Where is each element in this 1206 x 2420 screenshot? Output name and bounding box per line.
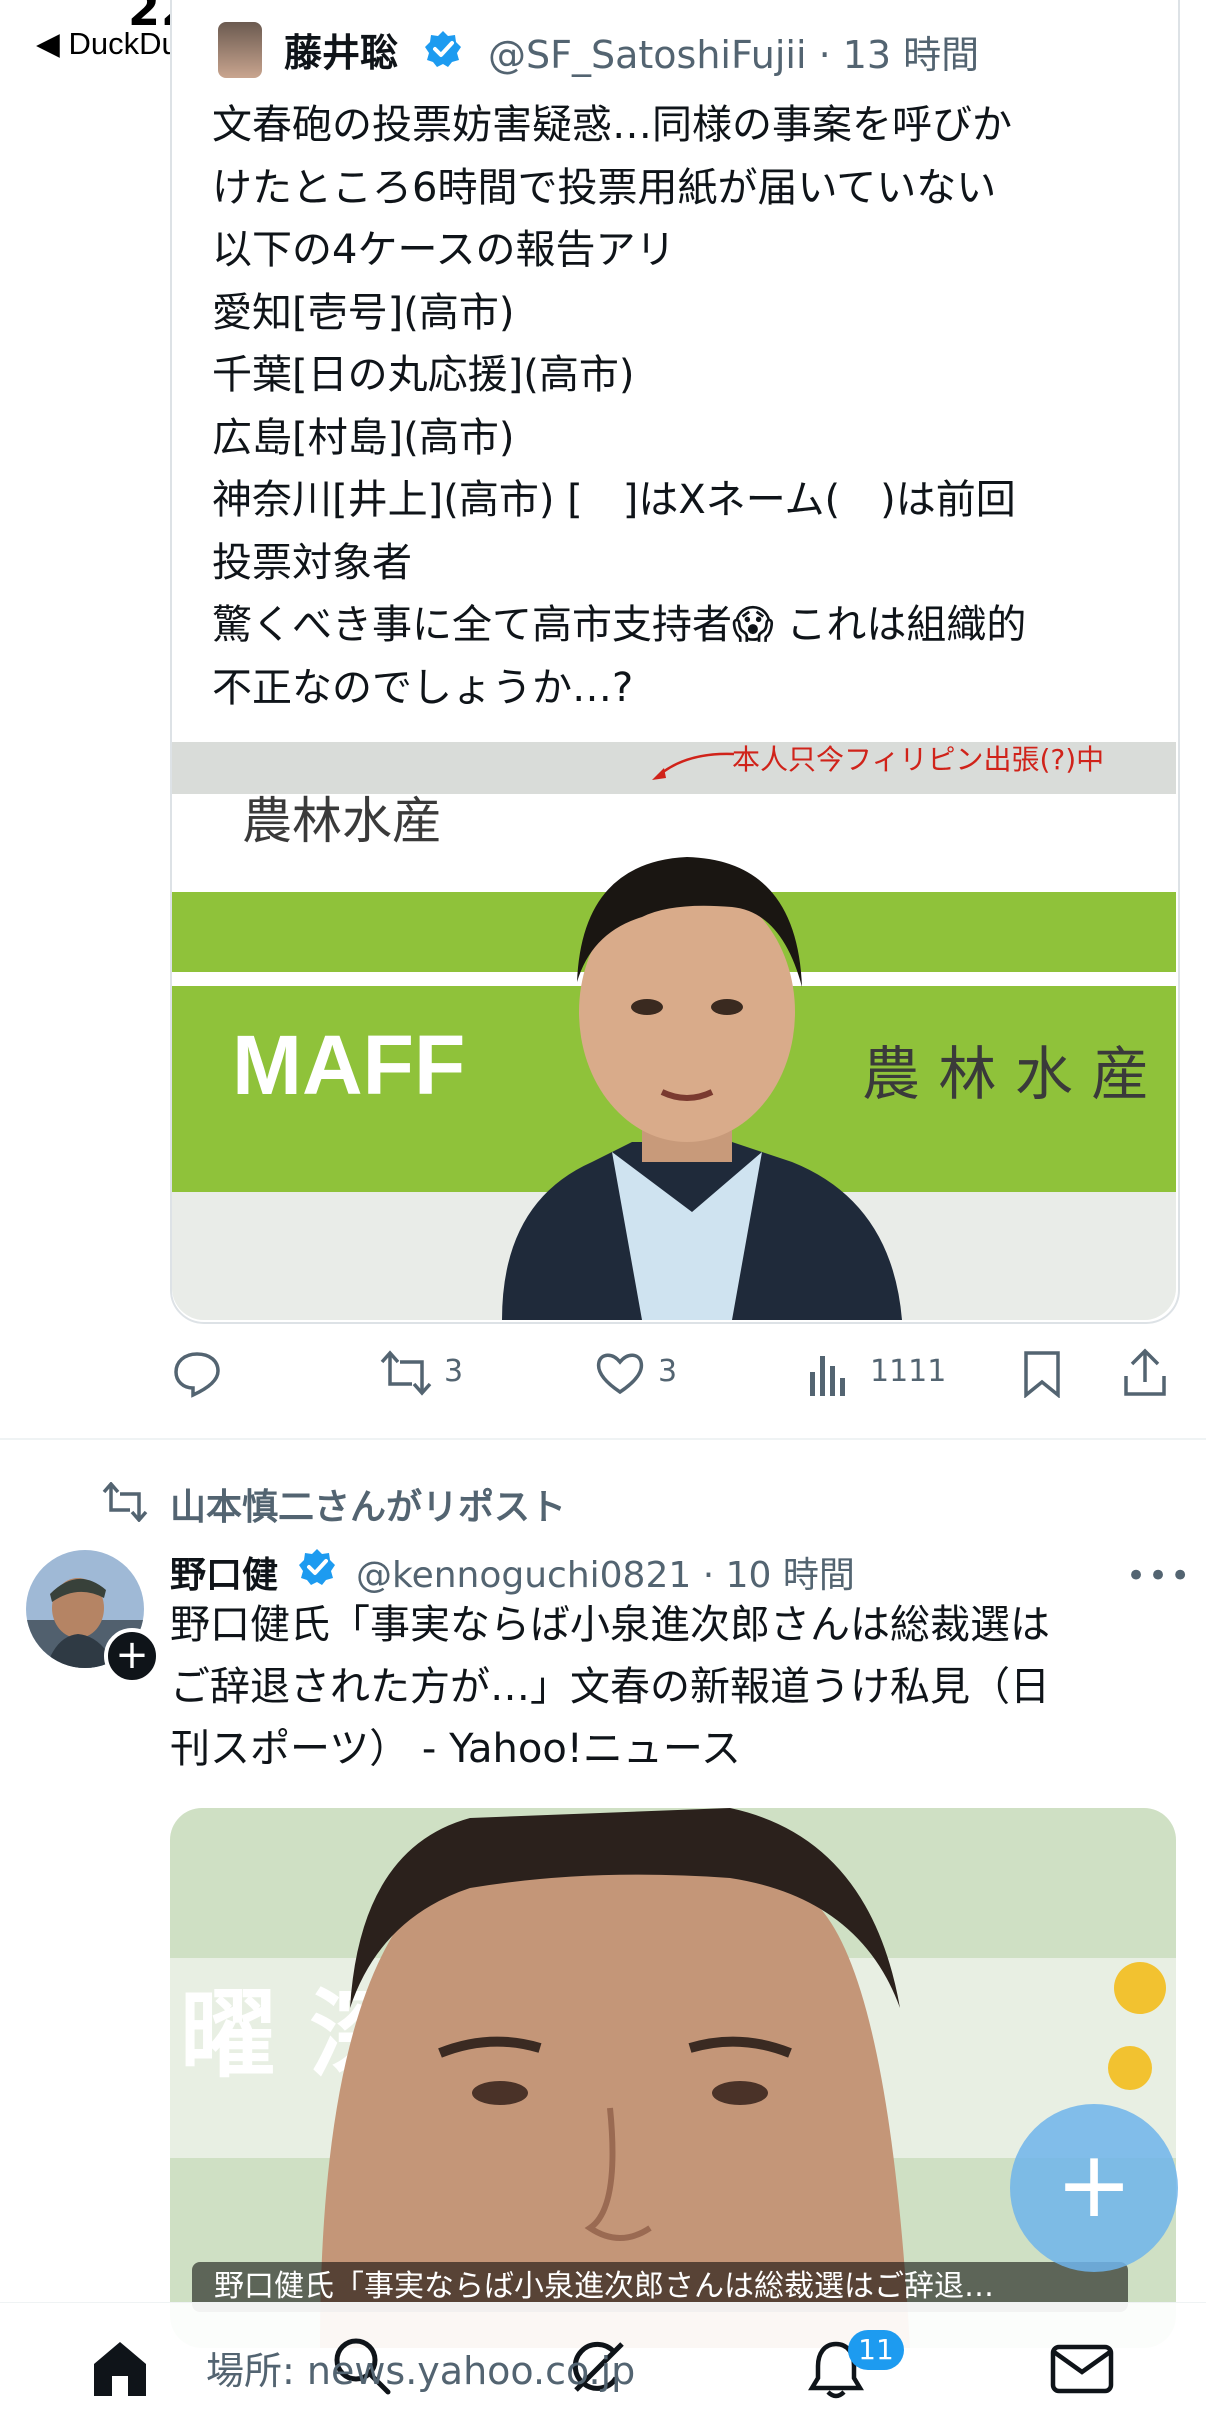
avatar[interactable] (218, 22, 262, 78)
sign-right: 農 林 水 産 (862, 1040, 1149, 1108)
like-count: 3 (658, 1354, 678, 1389)
verified-badge-icon (299, 1549, 335, 1585)
text-line: 文春砲の投票妨害疑惑…同様の事案を呼びか (212, 102, 1012, 148)
notification-count-badge: 11 (848, 2330, 904, 2370)
bookmark-icon[interactable] (1022, 1350, 1062, 1398)
annotation-arrow-icon (652, 752, 735, 780)
text-line: 刊スポーツ） - Yahoo!ニュース (170, 1726, 741, 1772)
sign-top: 農林水産 (242, 792, 442, 850)
verified-badge-icon (425, 31, 461, 67)
messages-envelope-icon[interactable] (1050, 2344, 1114, 2394)
text-line: 驚くべき事に全て高市支持者😱 これは組織的 (212, 602, 1027, 648)
views-icon[interactable] (808, 1352, 848, 1396)
text-line: 神奈川[井上](高市) [ ]はXネーム( )は前回 (212, 477, 1016, 523)
text-line: 以下の4ケースの報告アリ (212, 227, 676, 273)
text-line: けたところ6時間で投票用紙が届いていない (212, 164, 997, 211)
text-line: 投票対象者 (212, 539, 412, 586)
quoted-tweet-text: 文春砲の投票妨害疑惑…同様の事案を呼びか けたところ6時間で投票用紙が届いていな… (212, 94, 1152, 719)
text-line: 広島[村島](高市) (212, 414, 515, 461)
reply-icon[interactable] (172, 1348, 222, 1398)
retweet-icon[interactable] (380, 1350, 432, 1396)
text-line: 不正なのでしょうか…? (212, 664, 634, 711)
sign-left: MAFF (232, 1018, 465, 1112)
text-line: ご辞退された方が…」文春の新報道うけ私見（日 (170, 1664, 1050, 1710)
like-icon[interactable] (594, 1350, 646, 1396)
tweet-divider (0, 1438, 1206, 1440)
repost-indicator-icon (102, 1482, 148, 1522)
compose-button[interactable]: + (1010, 2104, 1178, 2272)
image-annotation: 本人只今フィリピン出張(?)中 (732, 743, 1105, 776)
browser-url[interactable]: 場所: news.yahoo.co.jp (206, 2340, 635, 2395)
home-icon[interactable] (88, 2336, 152, 2400)
more-options-button[interactable]: ••• (1126, 1556, 1192, 1596)
retweet-count: 3 (444, 1354, 464, 1389)
share-icon[interactable] (1122, 1348, 1168, 1398)
quoted-author-name[interactable]: 藤井聡 (284, 22, 398, 77)
text-line: 千葉[日の丸応援](高市) (212, 352, 635, 398)
text-line: 野口健氏「事実ならば小泉進次郎さんは総裁選は (170, 1602, 1050, 1648)
view-count: 1111 (870, 1354, 947, 1389)
follow-plus-button[interactable]: + (104, 1628, 160, 1684)
tweet-text: 野口健氏「事実ならば小泉進次郎さんは総裁選は ご辞退された方が…」文春の新報道う… (170, 1594, 1170, 1780)
author-name[interactable]: 野口健 (170, 1546, 278, 1598)
handle-time: @kennoguchi0821 · 10 時間 (356, 1555, 855, 1596)
quoted-handle-time: @SF_SatoshiFujii · 13 時間 (488, 33, 980, 77)
repost-label[interactable]: 山本慎二さんがリポスト (170, 1478, 566, 1530)
tweet-photo[interactable]: 農林水産 MAFF 農 林 水 産 (172, 742, 1176, 1320)
text-line: 愛知[壱号](高市) (212, 289, 515, 336)
